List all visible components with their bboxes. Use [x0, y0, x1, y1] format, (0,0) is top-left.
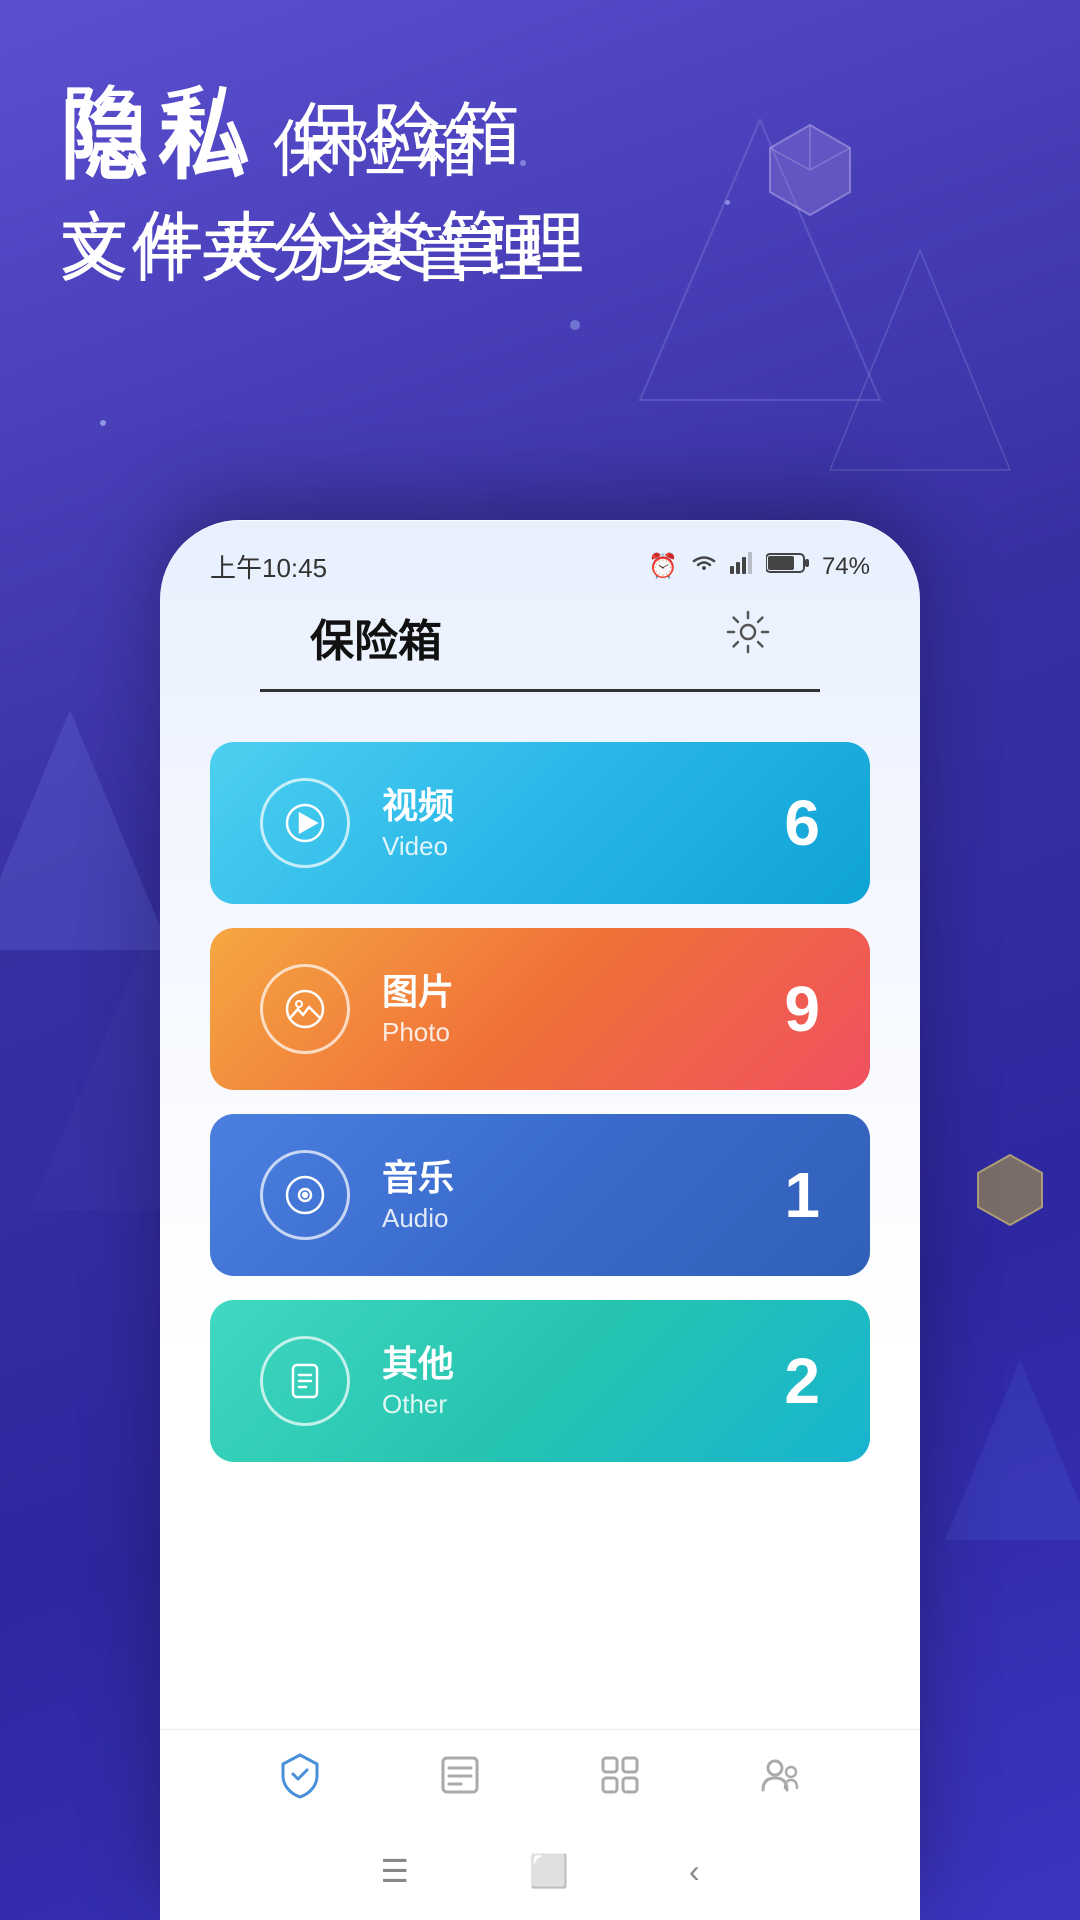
safe-nav-icon [275, 1750, 325, 1800]
status-bar: 上午10:45 ⏰ [160, 520, 920, 595]
header-subtitle: 文件夹分类管理 [60, 189, 592, 288]
battery-percent: 74% [822, 553, 870, 581]
contacts-nav-icon [755, 1750, 805, 1800]
bottom-nav [160, 1729, 920, 1820]
audio-name-en: Audio [382, 1203, 752, 1234]
phone-mockup: 上午10:45 ⏰ [160, 520, 920, 1920]
other-card[interactable]: 其他 Other 2 [210, 1300, 870, 1462]
title-part1: 隐私 [60, 79, 264, 179]
app-title: 保险箱 [310, 605, 442, 669]
title-part2: 保险箱 [292, 98, 532, 174]
status-time: 上午10:45 [210, 548, 327, 585]
back-button[interactable]: ‹ [689, 1853, 700, 1890]
nav-files[interactable] [435, 1750, 485, 1800]
photo-card-text: 图片 Photo [382, 970, 752, 1048]
nav-apps[interactable] [595, 1750, 645, 1800]
video-play-icon [281, 799, 329, 847]
other-file-icon [281, 1357, 329, 1405]
other-count: 2 [784, 1344, 820, 1418]
status-icons: ⏰ [648, 552, 870, 581]
video-name-en: Video [382, 831, 752, 862]
apps-nav-icon [595, 1750, 645, 1800]
header-section: 隐私保险箱 文件夹分类管理 [60, 80, 592, 288]
system-nav: ☰ ⬜ ‹ [160, 1842, 920, 1900]
photo-count: 9 [784, 972, 820, 1046]
video-count: 6 [784, 786, 820, 860]
audio-music-icon [281, 1171, 329, 1219]
battery-icon [766, 552, 810, 581]
menu-button[interactable]: ☰ [380, 1852, 409, 1890]
settings-icon[interactable] [726, 610, 770, 665]
other-card-text: 其他 Other [382, 1342, 752, 1420]
photo-name-zh: 图片 [382, 970, 752, 1013]
nav-contacts[interactable] [755, 1750, 805, 1800]
other-icon-circle [260, 1336, 350, 1426]
video-card[interactable]: 视频 Video 6 [210, 742, 870, 904]
audio-card[interactable]: 音乐 Audio 1 [210, 1114, 870, 1276]
alarm-icon: ⏰ [648, 552, 678, 581]
nav-safe[interactable] [275, 1750, 325, 1800]
video-icon-circle [260, 778, 350, 868]
photo-icon-circle [260, 964, 350, 1054]
audio-name-zh: 音乐 [382, 1156, 752, 1199]
signal-icon [730, 552, 754, 581]
files-nav-icon [435, 1750, 485, 1800]
audio-card-text: 音乐 Audio [382, 1156, 752, 1234]
app-bar: 保险箱 [260, 595, 820, 692]
photo-card[interactable]: 图片 Photo 9 [210, 928, 870, 1090]
home-button[interactable]: ⬜ [529, 1852, 569, 1890]
cards-container: 视频 Video 6 图片 Photo 9 [160, 712, 920, 1492]
video-card-text: 视频 Video [382, 784, 752, 862]
audio-icon-circle [260, 1150, 350, 1240]
other-name-zh: 其他 [382, 1342, 752, 1385]
header-title: 隐私保险箱 [60, 80, 592, 179]
photo-image-icon [281, 985, 329, 1033]
other-name-en: Other [382, 1389, 752, 1420]
wifi-icon [690, 552, 718, 581]
video-name-zh: 视频 [382, 784, 752, 827]
photo-name-en: Photo [382, 1017, 752, 1048]
audio-count: 1 [784, 1158, 820, 1232]
